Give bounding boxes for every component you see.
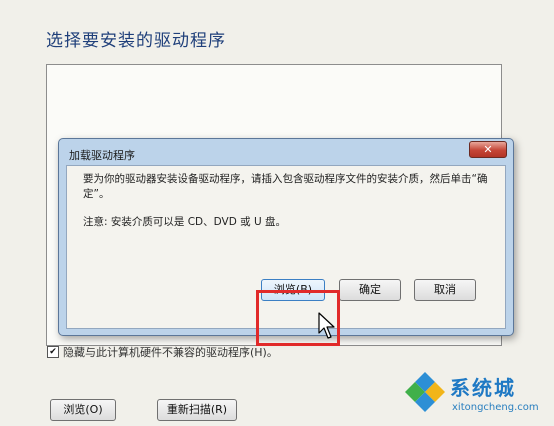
watermark-name: 系统城 [450,376,516,400]
dialog-cancel-button[interactable]: 取消 [414,279,476,301]
page-title: 选择要安装的驱动程序 [46,31,226,51]
hide-incompatible-option[interactable]: ✔ 隐藏与此计算机硬件不兼容的驱动程序(H)。 [47,344,278,360]
dialog-note: 注意: 安装介质可以是 CD、DVD 或 U 盘。 [83,216,286,228]
watermark-url: xitongcheng.com [452,402,539,413]
dialog-ok-button[interactable]: 确定 [339,279,401,301]
watermark-logo-icon [405,372,445,412]
hide-incompatible-checkbox[interactable]: ✔ [47,346,59,358]
close-icon[interactable]: ✕ [469,141,507,158]
mouse-cursor-icon [318,312,335,339]
browse-button[interactable]: 浏览(O) [50,399,116,421]
dialog-title: 加载驱动程序 [69,149,135,162]
watermark: 系统城 xitongcheng.com [400,366,552,424]
dialog-message: 要为你的驱动器安装设备驱动程序，请插入包含驱动程序文件的安装介质，然后单击“确定… [83,173,488,200]
rescan-button[interactable]: 重新扫描(R) [157,399,237,421]
hide-incompatible-label: 隐藏与此计算机硬件不兼容的驱动程序(H)。 [63,346,278,359]
